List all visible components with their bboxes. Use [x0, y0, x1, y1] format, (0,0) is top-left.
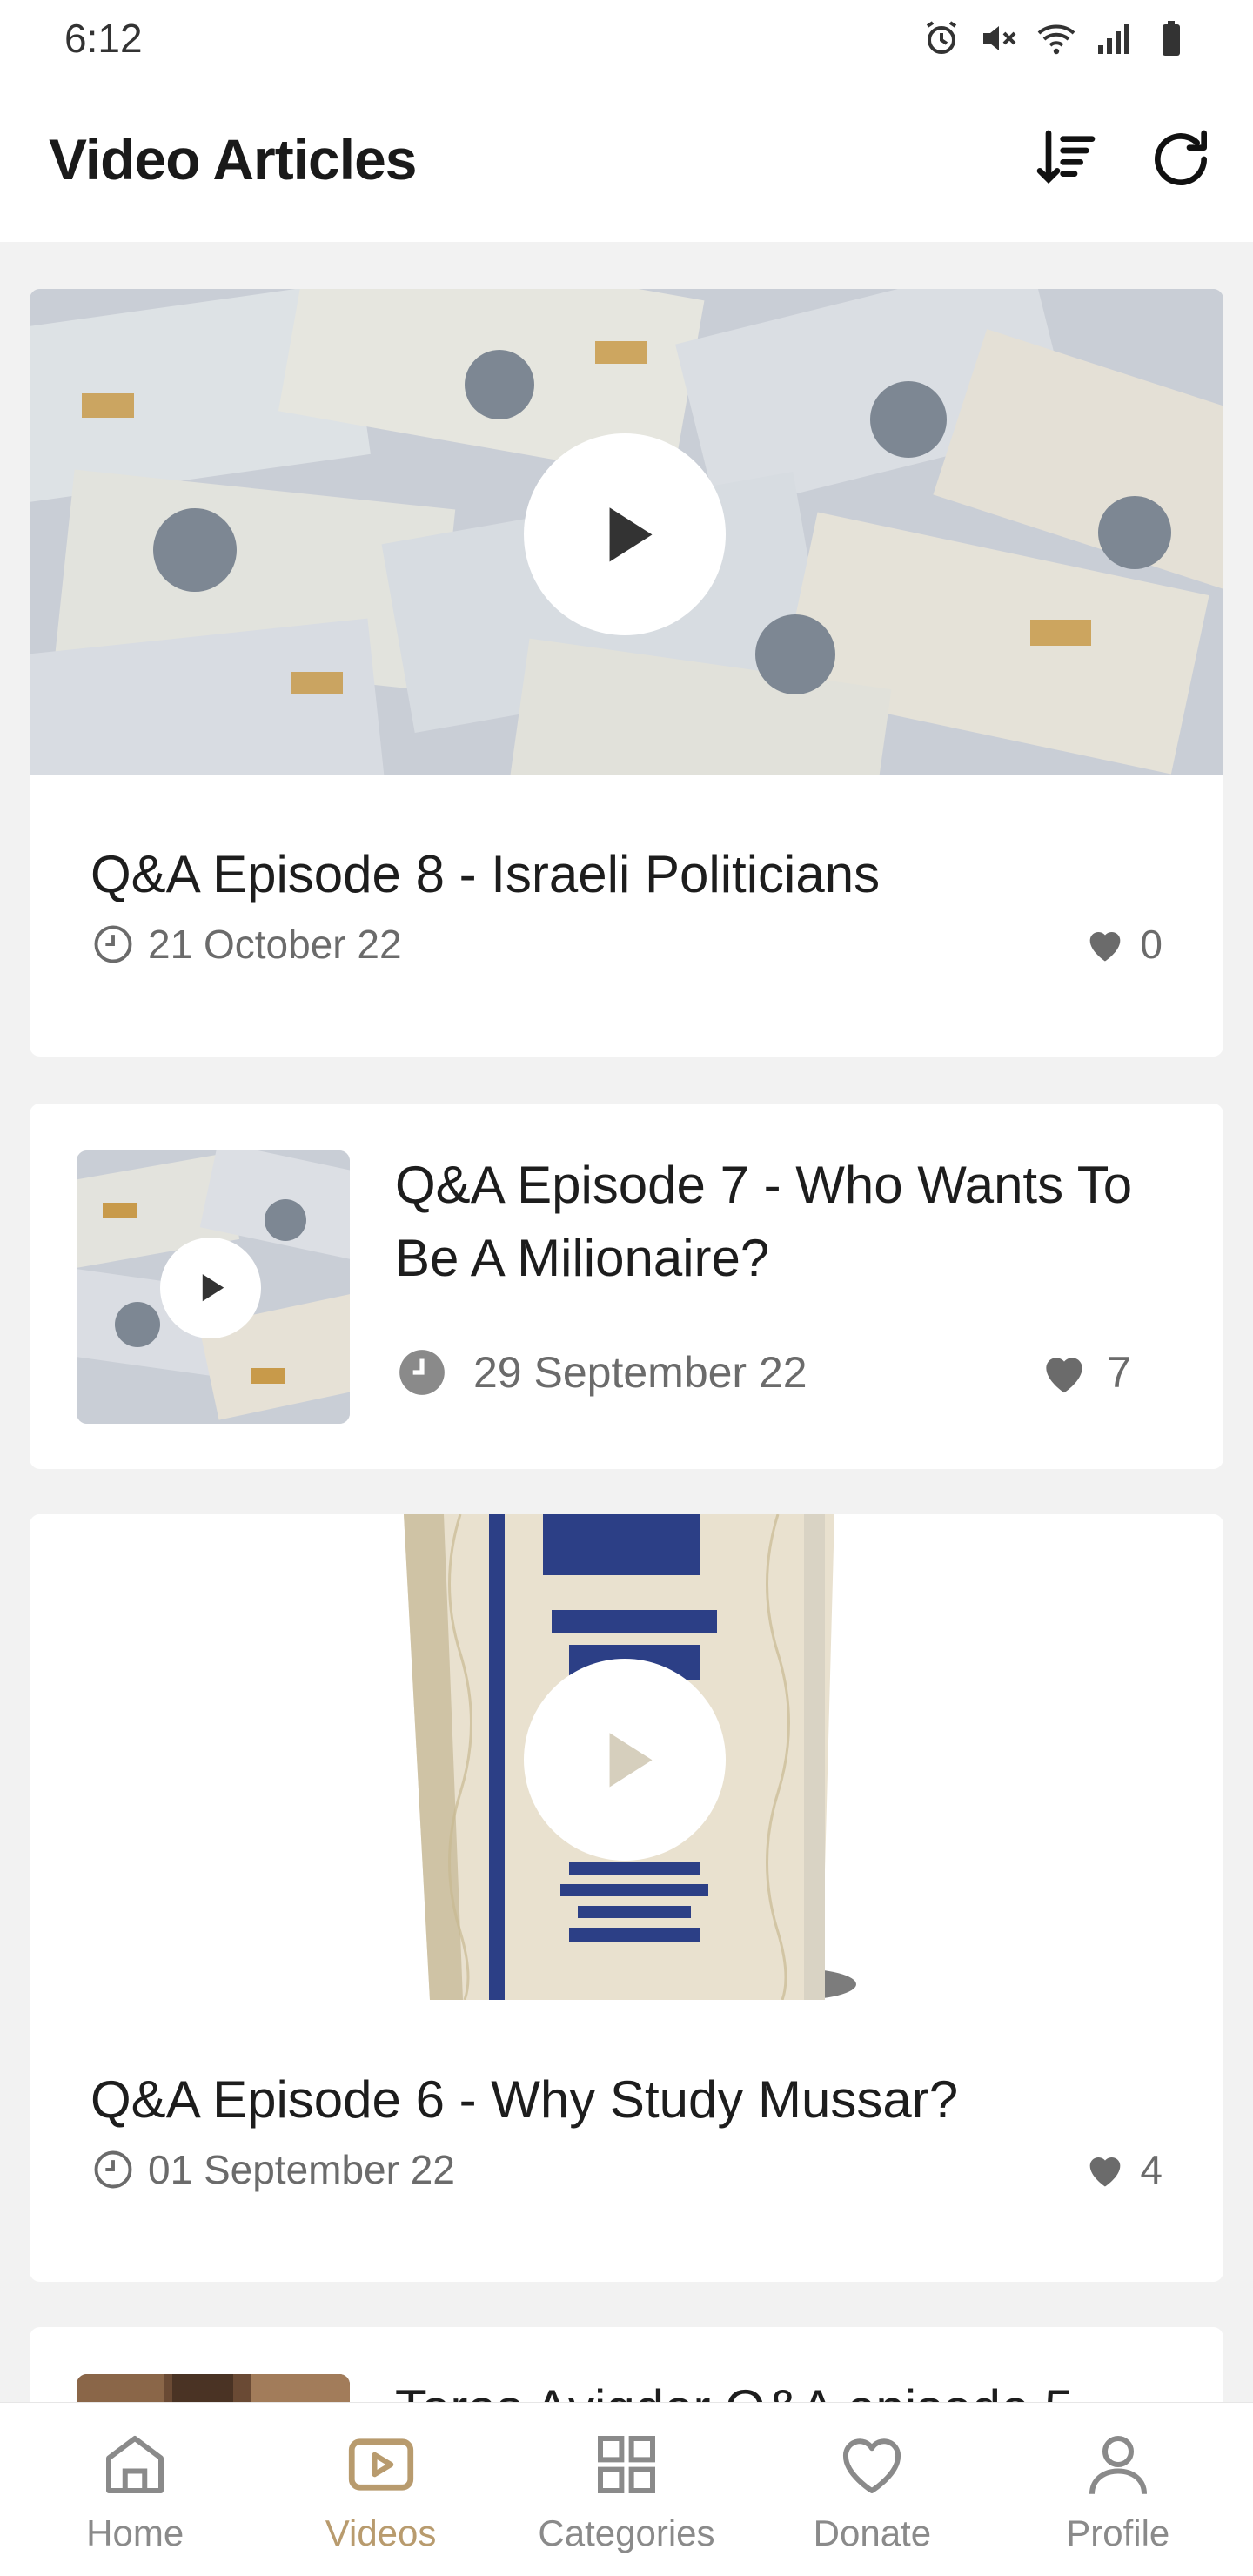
card-body: Q&A Episode 6 - Why Study Mussar? 01 Sep…: [30, 2000, 1223, 2193]
video-title: Q&A Episode 8 - Israeli Politicians: [90, 845, 881, 903]
date-text: 21 October 22: [148, 922, 402, 967]
video-card[interactable]: Q&A Episode 7 - Who Wants To Be A Milion…: [30, 1104, 1223, 1469]
like-count-text: 7: [1107, 1348, 1131, 1397]
nav-videos[interactable]: Videos: [268, 2425, 494, 2554]
mute-icon: [983, 26, 1016, 50]
status-time: 6:12: [64, 16, 143, 61]
nav-label: Profile: [1066, 2512, 1170, 2553]
nav-label: Home: [86, 2512, 184, 2553]
play-icon: [609, 1732, 653, 1788]
heart-icon: [1046, 1358, 1082, 1393]
nav-home[interactable]: Home: [22, 2425, 248, 2554]
clock-icon: [399, 1350, 445, 1395]
clock-icon: [94, 2150, 132, 2189]
nav-profile[interactable]: Profile: [1005, 2425, 1231, 2554]
video-card[interactable]: Q&A Episode 8 - Israeli Politicians 21 O…: [30, 289, 1223, 1057]
date-text: 29 September 22: [473, 1348, 807, 1397]
battery-icon: [1163, 21, 1180, 56]
video-meta: 29 September 22 7: [395, 1345, 1178, 1399]
home-icon: [106, 2435, 164, 2493]
grid-icon: [597, 2435, 655, 2493]
like-count-text: 0: [1140, 922, 1163, 967]
play-button[interactable]: [160, 1238, 261, 1338]
nav-label: Donate: [813, 2512, 932, 2553]
video-title: Q&A Episode 7 - Who Wants To Be A Milion…: [395, 1156, 1133, 1287]
card-body: Q&A Episode 7 - Who Wants To Be A Milion…: [395, 1149, 1178, 1399]
status-bar: 6:12: [0, 0, 1253, 77]
heart-icon: [1090, 931, 1121, 962]
person-icon: [1089, 2435, 1147, 2494]
like-count-text: 4: [1140, 2147, 1163, 2192]
sort-button[interactable]: [1030, 124, 1102, 195]
card-body: Toras Avigdor Q&A episode 5: [395, 2372, 1178, 2402]
heart-icon: [1090, 2157, 1121, 2187]
play-button[interactable]: [524, 1659, 726, 1861]
date-text: 01 September 22: [148, 2147, 455, 2192]
play-button[interactable]: [524, 433, 726, 635]
video-meta: 21 October 22 0: [90, 921, 1163, 968]
clock-icon: [94, 925, 132, 963]
status-icons: [921, 17, 1192, 59]
sort-icon: [1036, 130, 1096, 184]
refresh-icon: [1155, 130, 1207, 186]
video-date: 29 September 22: [395, 1345, 807, 1399]
card-body: Q&A Episode 8 - Israeli Politicians 21 O…: [30, 775, 1223, 968]
video-date: 21 October 22: [90, 921, 402, 968]
video-title: Toras Avigdor Q&A episode 5: [395, 2372, 1178, 2402]
nav-label: Categories: [538, 2512, 715, 2553]
video-icon: [348, 2438, 413, 2491]
book-image: [30, 1514, 1223, 2000]
photo-image: [77, 2374, 350, 2402]
play-icon: [203, 1274, 224, 1302]
money-image: [77, 1150, 350, 1424]
alarm-icon: [926, 21, 957, 54]
video-card[interactable]: Q&A Episode 6 - Why Study Mussar? 01 Sep…: [30, 1514, 1223, 2282]
nav-donate[interactable]: Donate: [759, 2425, 985, 2554]
page-title: Video Articles: [49, 127, 418, 191]
nav-categories[interactable]: Categories: [513, 2425, 740, 2554]
video-meta: 01 September 22 4: [90, 2146, 1163, 2193]
signal-icon: [1098, 24, 1129, 54]
play-icon: [609, 506, 653, 562]
video-date: 01 September 22: [90, 2146, 455, 2193]
money-image: [30, 289, 1223, 775]
bottom-nav: Home Videos Categories Donate Profile: [0, 2402, 1253, 2576]
like-count[interactable]: 0: [1082, 921, 1163, 968]
refresh-button[interactable]: [1145, 124, 1216, 195]
heart-icon: [843, 2438, 901, 2493]
wifi-icon: [1037, 24, 1075, 55]
app-bar: Video Articles: [0, 77, 1253, 242]
nav-label: Videos: [325, 2512, 437, 2553]
appbar-actions: [1030, 124, 1216, 195]
video-title: Q&A Episode 6 - Why Study Mussar?: [90, 2070, 959, 2129]
video-list[interactable]: Q&A Episode 8 - Israeli Politicians 21 O…: [0, 242, 1253, 2402]
video-card[interactable]: Toras Avigdor Q&A episode 5: [30, 2327, 1223, 2402]
like-count[interactable]: 7: [1037, 1345, 1131, 1399]
like-count[interactable]: 4: [1082, 2146, 1163, 2193]
